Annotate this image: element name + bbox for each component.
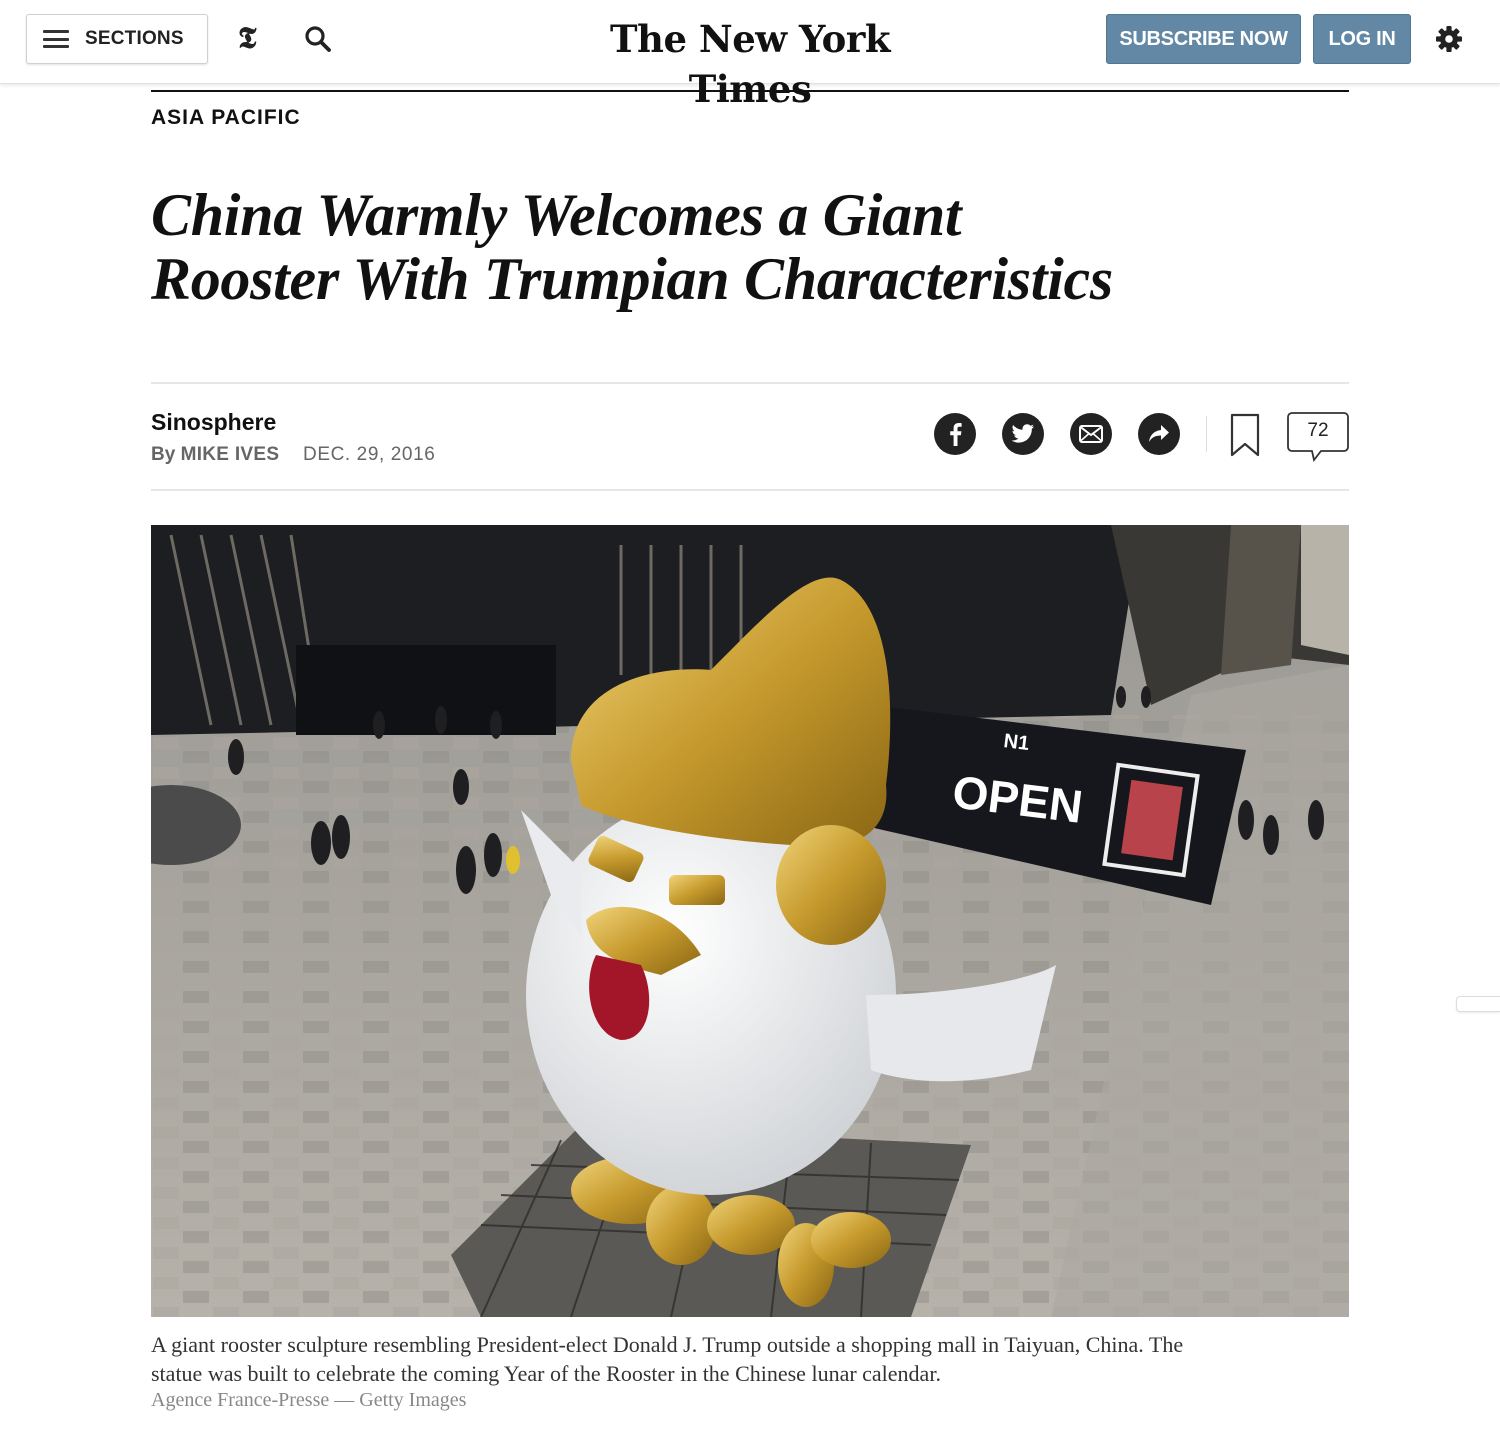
divider	[151, 489, 1349, 491]
facebook-icon	[945, 422, 965, 446]
photo-credit: Agence France-Presse — Getty Images	[151, 1389, 467, 1411]
comment-bubble-icon	[1287, 412, 1349, 466]
twitter-icon	[1011, 424, 1035, 444]
sections-label: SECTIONS	[85, 28, 184, 49]
nyt-t-logo[interactable]: 𝕿	[238, 22, 256, 56]
article-headline: China Warmly Welcomes a Giant Rooster Wi…	[151, 183, 1301, 311]
publish-date: DEC. 29, 2016	[303, 444, 436, 465]
save-bookmark-button[interactable]	[1230, 413, 1260, 457]
byline: By MIKE IVES	[151, 444, 279, 466]
headline-line-1: China Warmly Welcomes a Giant	[151, 182, 962, 248]
banner-brand-text: N1	[1002, 730, 1030, 755]
share-icon	[1148, 424, 1170, 444]
sections-button[interactable]: SECTIONS	[26, 14, 208, 64]
subscribe-now-button[interactable]: SUBSCRIBE NOW	[1106, 14, 1301, 64]
email-share-button[interactable]	[1070, 413, 1112, 455]
rooster-photo-illustration: OPEN N1	[151, 525, 1349, 1317]
photo-caption: A giant rooster sculpture resembling Pre…	[151, 1332, 1184, 1386]
kicker-rule	[151, 90, 1349, 92]
byline-prefix: By	[151, 444, 181, 465]
more-share-button[interactable]	[1138, 413, 1180, 455]
author-link[interactable]: MIKE IVES	[181, 444, 280, 465]
comments-button[interactable]	[1287, 412, 1349, 463]
blog-name[interactable]: Sinosphere	[151, 409, 276, 436]
nyt-masthead-logo[interactable]: The New York Times	[560, 14, 940, 114]
divider	[151, 382, 1349, 384]
facebook-share-button[interactable]	[934, 413, 976, 455]
toolbar-divider	[1206, 416, 1207, 452]
gear-icon[interactable]	[1434, 24, 1464, 54]
twitter-share-button[interactable]	[1002, 413, 1044, 455]
masthead: SECTIONS 𝕿 The New York Times SUBSCRIBE …	[0, 0, 1500, 111]
headline-line-2: Rooster With Trumpian Characteristics	[151, 246, 1113, 312]
search-icon[interactable]	[303, 24, 333, 54]
bookmark-icon	[1230, 413, 1260, 461]
menu-icon	[43, 30, 69, 48]
section-kicker[interactable]: ASIA PACIFIC	[151, 106, 301, 130]
side-panel-tab[interactable]	[1456, 996, 1500, 1012]
log-in-button[interactable]: LOG IN	[1313, 14, 1411, 64]
email-icon	[1079, 425, 1103, 443]
lead-photo[interactable]: OPEN N1	[151, 525, 1349, 1317]
